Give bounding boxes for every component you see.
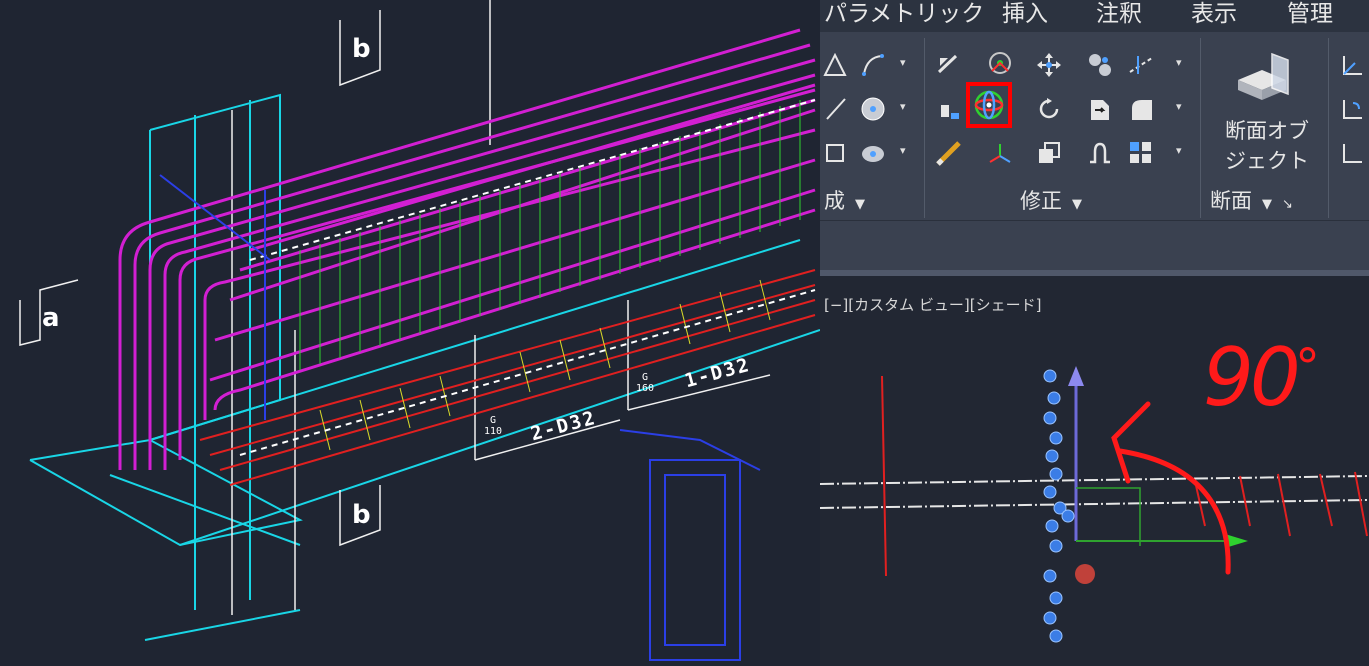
ucs-world-icon[interactable] xyxy=(1338,138,1368,168)
file-tab-strip xyxy=(820,220,1369,271)
3d-viewport[interactable]: [−][カスタム ビュー][シェード] 90 ° xyxy=(820,276,1369,666)
section-object-button-label[interactable]: 断面オブ ジェクト xyxy=(1213,116,1321,176)
scale-icon[interactable] xyxy=(1034,138,1064,168)
pencil-icon[interactable] xyxy=(934,138,964,168)
extend-icon[interactable] xyxy=(1126,50,1156,80)
rotation-angle-annotation: 90 xyxy=(1203,331,1301,424)
dimension-lines xyxy=(19,0,771,615)
extrude-icon[interactable] xyxy=(820,138,850,168)
tab-annotate[interactable]: 注釈 xyxy=(1096,0,1142,30)
section-plane-icon[interactable] xyxy=(1230,48,1294,108)
mirror-icon[interactable] xyxy=(934,94,964,124)
panel-separator xyxy=(1200,38,1201,218)
3d-array-icon[interactable] xyxy=(1085,50,1115,80)
cad-wireframe-view[interactable]: b a b G 110 2-D32 G 160 1-D32 xyxy=(0,0,820,666)
3d-align-icon[interactable] xyxy=(985,48,1015,78)
panel-label-modify[interactable]: 修正 ▼ xyxy=(1020,186,1082,216)
section-label-a: a xyxy=(42,303,60,333)
circle-revolve-icon[interactable] xyxy=(858,94,888,124)
fillet-dropdown-icon[interactable]: ▾ xyxy=(1176,100,1182,113)
fillet-icon[interactable] xyxy=(1126,94,1156,124)
panel-expand-icon[interactable]: ▼ xyxy=(855,197,865,212)
bar-badge-2: G 160 xyxy=(636,372,655,394)
solid-primitive-icon[interactable] xyxy=(820,50,850,80)
panel-separator xyxy=(1328,38,1329,218)
section-label-b-bottom: b xyxy=(352,500,371,530)
autocad-ribbon-crop: パラメトリック 挿入 注釈 表示 管理 ▾ ▾ ▾ ▾ ▾ ▾ 断面オブ ジェク… xyxy=(820,0,1369,666)
coordinates-icon[interactable] xyxy=(1338,50,1368,80)
wireframe-drawing xyxy=(19,0,820,661)
rebar-cage xyxy=(118,28,816,470)
panel-label-section[interactable]: 断面 ▼ ↘ xyxy=(1210,186,1293,216)
bar-badge-1: G 110 xyxy=(484,415,503,437)
array-dropdown-icon[interactable]: ▾ xyxy=(1176,144,1182,157)
rotate-icon[interactable] xyxy=(1034,94,1064,124)
panel-expand-icon[interactable]: ▼ xyxy=(1072,197,1082,212)
tab-manage[interactable]: 管理 xyxy=(1287,0,1333,30)
3d-scale-icon[interactable] xyxy=(985,138,1015,168)
stretch-icon[interactable] xyxy=(1085,138,1115,168)
ucs-x-icon[interactable] xyxy=(1338,94,1368,124)
array-icon[interactable] xyxy=(1126,138,1156,168)
spline-dropdown-icon[interactable]: ▾ xyxy=(900,56,906,69)
selection-grips xyxy=(1043,369,1075,643)
trim-icon[interactable] xyxy=(934,50,964,80)
panel-expand-icon[interactable]: ▼ xyxy=(1262,197,1272,212)
degree-symbol: ° xyxy=(1295,338,1320,396)
model-edges xyxy=(820,475,1369,509)
extend-dropdown-icon[interactable]: ▾ xyxy=(1176,56,1182,69)
panel-dialog-launcher-icon[interactable]: ↘ xyxy=(1282,197,1293,212)
panel-label-create[interactable]: 成 ▼ xyxy=(824,186,865,216)
panel-separator xyxy=(924,38,925,218)
tab-view[interactable]: 表示 xyxy=(1191,0,1237,30)
section-label-b-top: b xyxy=(352,34,371,64)
3d-move-icon[interactable] xyxy=(1034,50,1064,80)
3d-rotate-button[interactable] xyxy=(966,82,1012,128)
ribbon-tab-bar: パラメトリック 挿入 注釈 表示 管理 xyxy=(820,0,1369,32)
revolve-dropdown-icon[interactable]: ▾ xyxy=(900,100,906,113)
line-icon[interactable] xyxy=(820,94,850,124)
tab-insert[interactable]: 挿入 xyxy=(1002,0,1048,30)
3d-rotate-icon xyxy=(974,90,1004,120)
copy-icon[interactable] xyxy=(1085,94,1115,124)
tab-parametric[interactable]: パラメトリック xyxy=(824,0,984,30)
loft-dropdown-icon[interactable]: ▾ xyxy=(900,144,906,157)
loft-icon[interactable] xyxy=(858,138,888,168)
ribbon-panel: ▾ ▾ ▾ ▾ ▾ ▾ 断面オブ ジェクト 成 ▼ 修正 ▼ 断面 ▼ ↘ xyxy=(820,32,1369,220)
spline-icon[interactable] xyxy=(858,50,888,80)
